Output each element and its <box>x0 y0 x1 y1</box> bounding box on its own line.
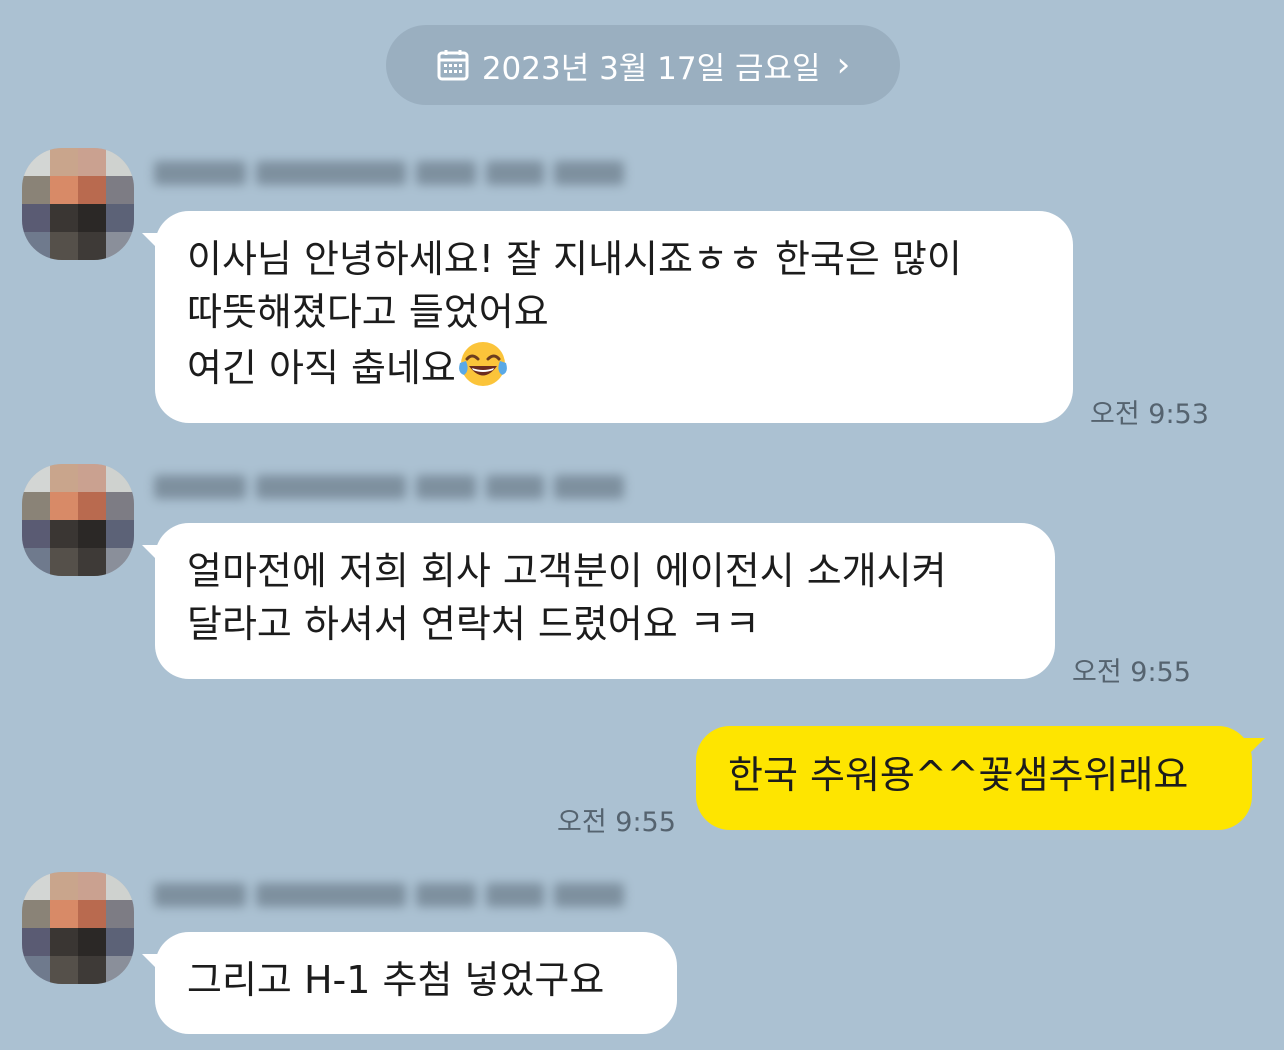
message-text: 달라고 하셔서 연락처 드렸어요 ㅋㅋ <box>187 602 760 646</box>
message-bubble-incoming[interactable]: 얼마전에 저희 회사 고객분이 에이전시 소개시켜 달라고 하셔서 연락처 드렸… <box>142 523 1055 679</box>
message-text: 여긴 아직 춥네요 <box>187 346 456 390</box>
message-text: 그리고 H-1 추첨 넣었구요 <box>187 958 605 1002</box>
message-bubble-incoming[interactable]: 이사님 안녕하세요! 잘 지내시죠ㅎㅎ 한국은 많이 따뜻해졌다고 들었어요 여… <box>142 211 1073 423</box>
tears-of-joy-emoji <box>458 339 508 389</box>
sender-name-blurred <box>154 880 654 910</box>
message-bubble-outgoing[interactable]: 한국 추워용^^꽃샘추위래요 <box>696 726 1265 830</box>
message-text: 따뜻해졌다고 들었어요 <box>187 290 549 334</box>
calendar-icon <box>436 48 470 82</box>
message-text: 이사님 안녕하세요! 잘 지내시죠ㅎㅎ 한국은 많이 <box>187 237 962 281</box>
date-label: 2023년 3월 17일 금요일 <box>481 50 821 87</box>
date-header-pill[interactable]: 2023년 3월 17일 금요일 › <box>386 25 900 105</box>
sender-avatar[interactable] <box>22 148 134 260</box>
message-timestamp: 오전 9:53 <box>1090 399 1209 430</box>
sender-name-blurred <box>154 472 654 502</box>
sender-avatar[interactable] <box>22 464 134 576</box>
chevron-right-icon: › <box>836 45 851 85</box>
message-text: 한국 추워용^^꽃샘추위래요 <box>728 753 1189 797</box>
sender-avatar[interactable] <box>22 872 134 984</box>
message-bubble-incoming[interactable]: 그리고 H-1 추첨 넣었구요 <box>142 932 677 1034</box>
message-timestamp: 오전 9:55 <box>1072 657 1191 688</box>
sender-name-blurred <box>154 158 654 188</box>
message-timestamp: 오전 9:55 <box>557 807 676 838</box>
message-text: 얼마전에 저희 회사 고객분이 에이전시 소개시켜 <box>187 549 947 593</box>
